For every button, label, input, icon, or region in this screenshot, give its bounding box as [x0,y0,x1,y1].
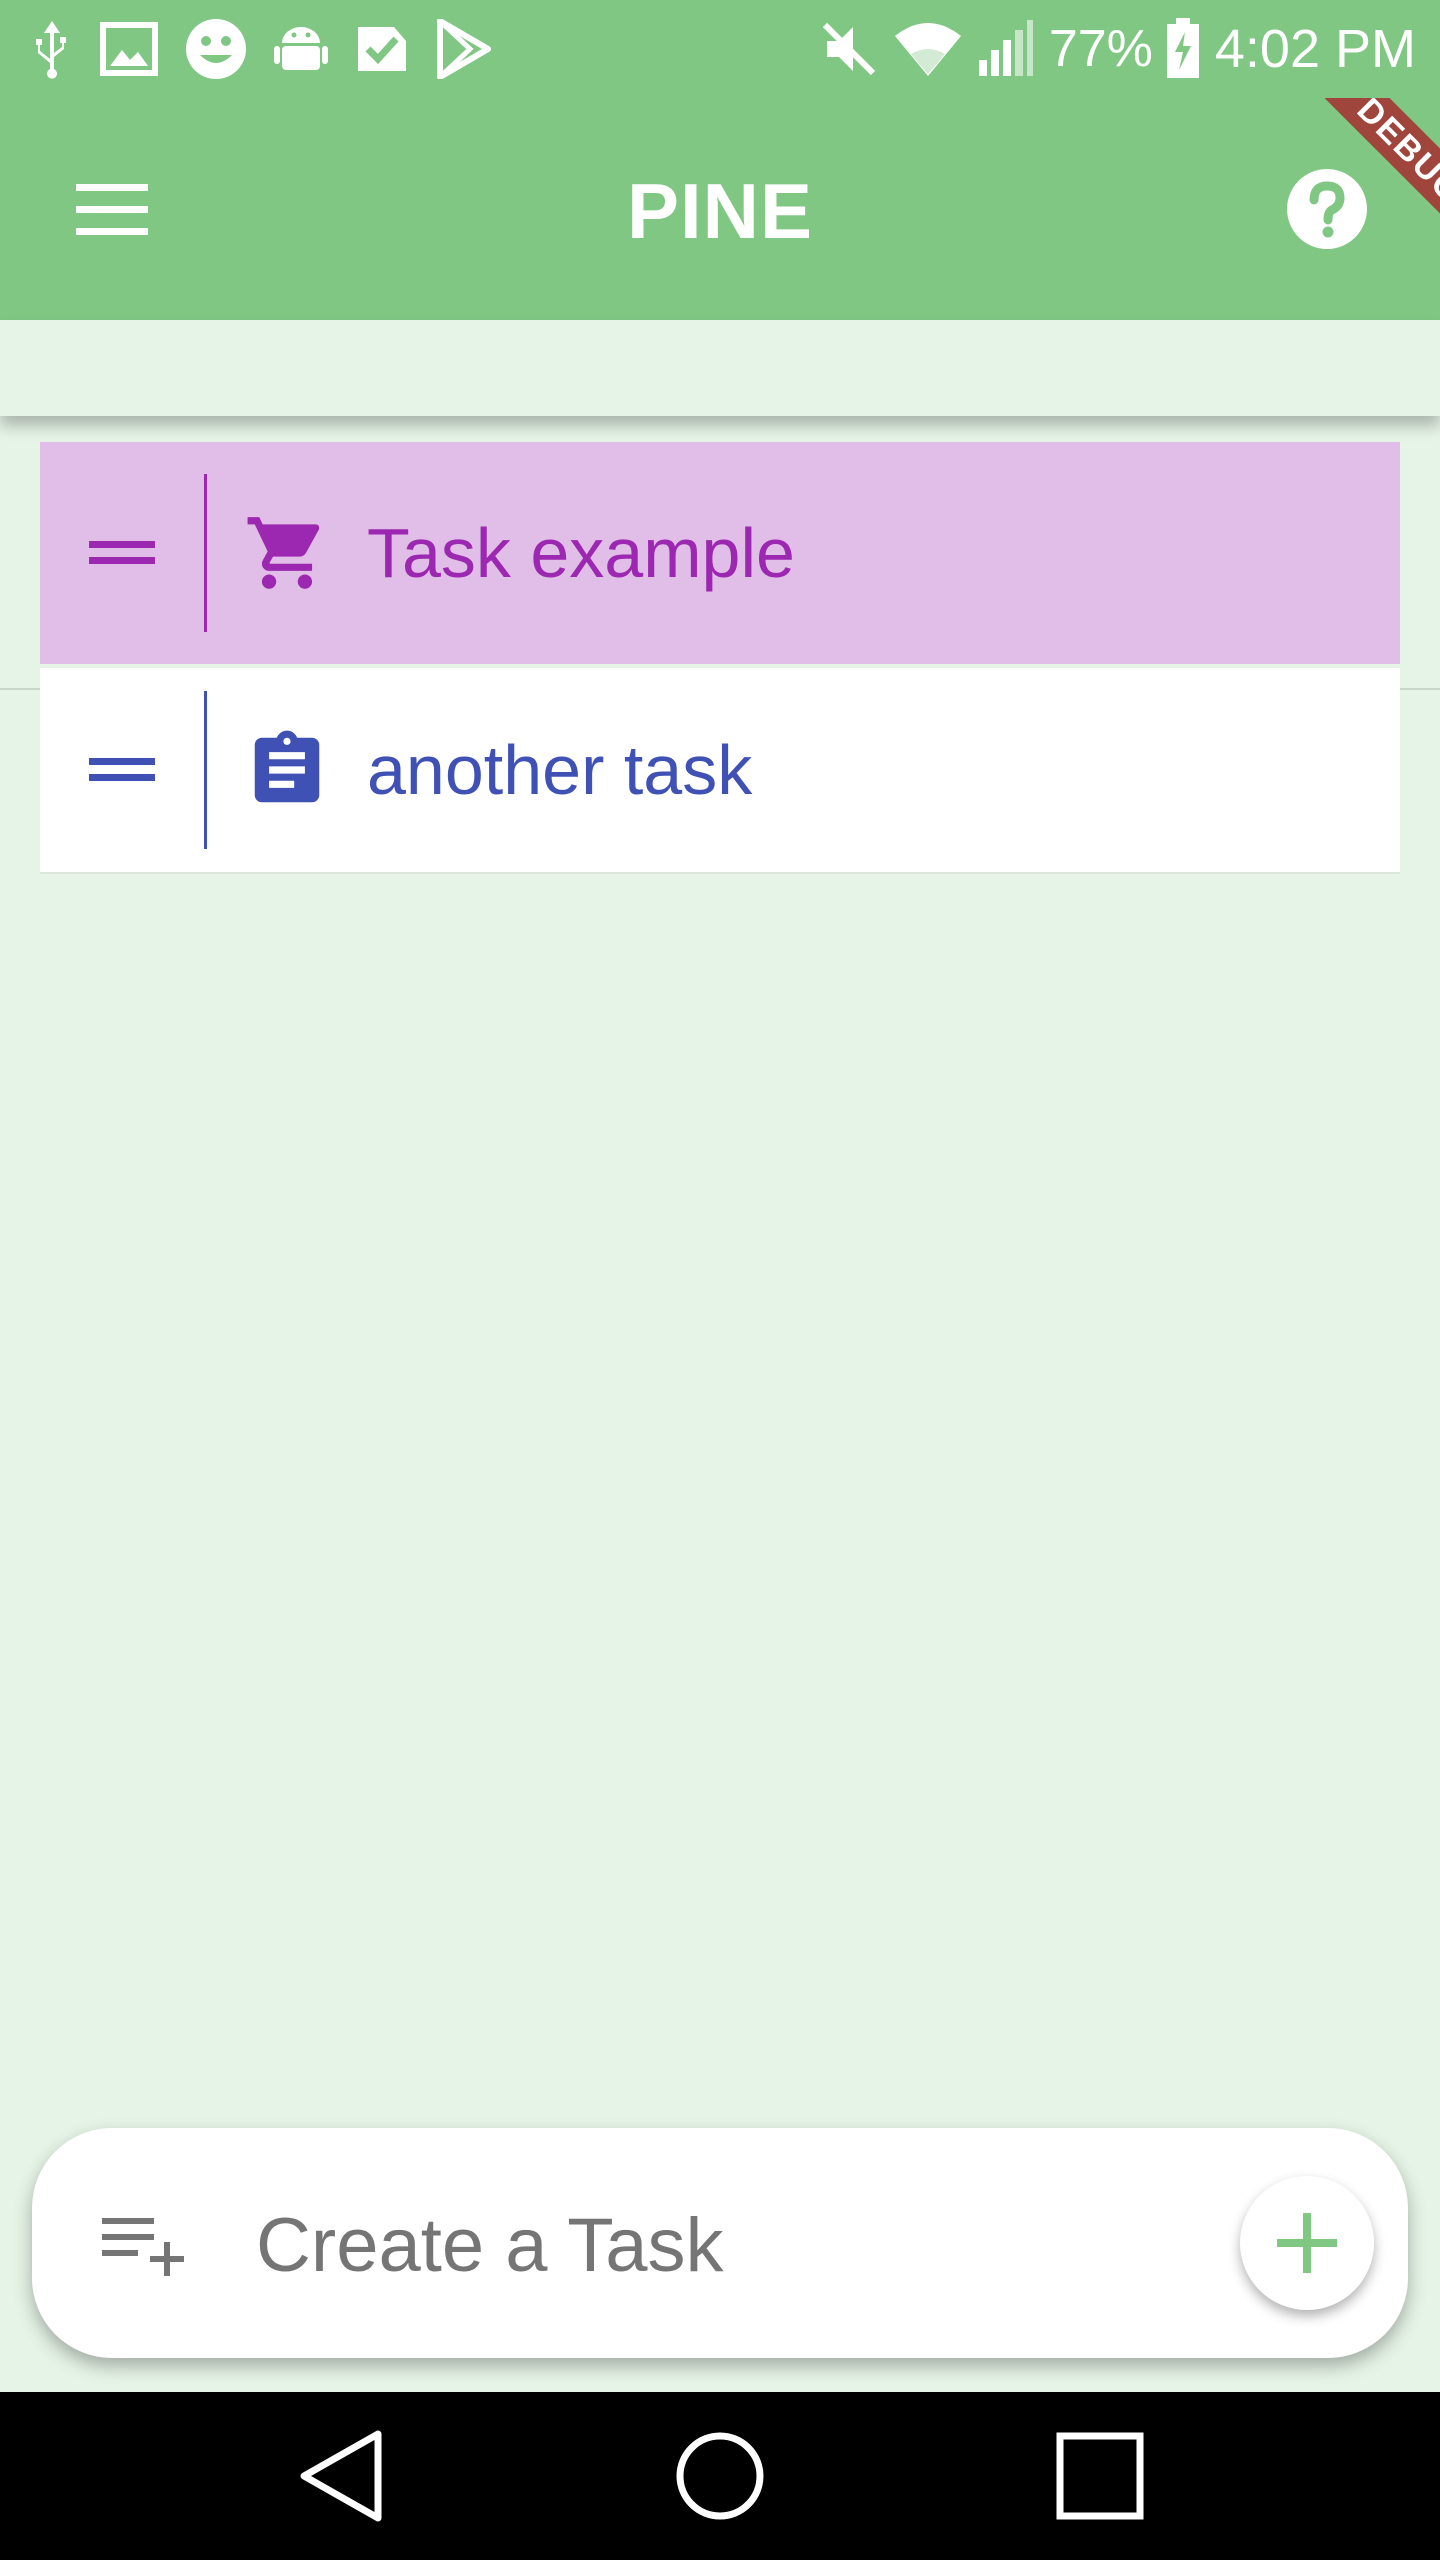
image-icon [100,22,158,76]
mute-icon [822,22,875,76]
app-bar: PINE DEBUG [0,98,1440,320]
create-task-input[interactable] [254,2184,1218,2306]
smiley-icon [186,19,246,79]
usb-icon [36,21,66,79]
signal-icon [978,20,1033,76]
list-item[interactable]: another task [40,668,1400,874]
clipboard-icon [207,727,367,813]
android-icon [274,27,328,70]
task-label: Task example [367,514,795,592]
help-icon[interactable] [1286,168,1368,250]
page-title: PINE [626,167,814,255]
create-task-bar [32,2128,1408,2358]
home-icon[interactable] [660,2426,780,2526]
status-bar: 77% 4:02 PM [0,0,1440,98]
play-store-icon [437,19,491,79]
check-icon [358,27,406,71]
shopping-cart-icon [207,510,367,596]
drag-handle-icon[interactable] [40,442,204,664]
wifi-icon [894,23,961,76]
recents-icon[interactable] [1040,2426,1160,2526]
task-label: another task [367,731,753,809]
clock: 4:02 PM [1214,19,1416,79]
battery-charging-icon [1166,18,1199,78]
system-status: 77% 4:02 PM [819,16,1416,82]
system-nav-bar [0,2392,1440,2560]
plus-icon [1277,2213,1337,2273]
header-strip [0,320,1440,416]
notification-icons [30,16,518,82]
list-item[interactable]: Task example [40,442,1400,664]
playlist-add-icon [100,2212,190,2282]
drag-handle-icon[interactable] [40,668,204,872]
battery-percentage: 77% [1048,20,1153,78]
back-icon[interactable] [280,2426,400,2526]
add-task-button[interactable] [1240,2176,1374,2310]
